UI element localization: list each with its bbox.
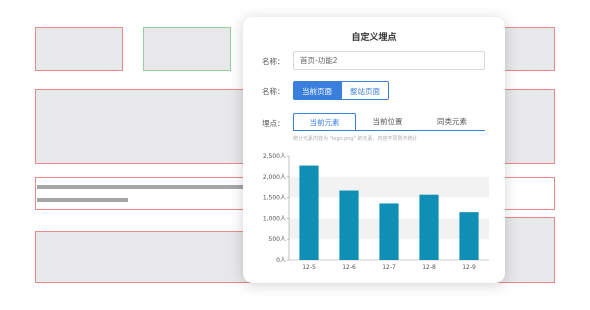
y-tick-label: 500人 xyxy=(269,236,286,243)
bar[interactable] xyxy=(459,212,479,260)
custom-tracking-panel: 自定义埋点 名称： 首页-功能2 名称： 当前页面 整站页面 埋点： 当前元素 … xyxy=(243,17,505,283)
placeholder-block-1 xyxy=(35,27,123,71)
scope-current-page-button[interactable]: 当前页面 xyxy=(293,81,341,100)
placeholder-footer-right xyxy=(497,217,555,283)
y-tick-label: 2,500人 xyxy=(263,153,286,160)
x-tick-label: 12-8 xyxy=(422,264,436,271)
bar-chart-svg: 0人 500人 1,000人 1,500人 2,000人 2,500人 12-5 12-6 12… xyxy=(263,153,489,271)
bar[interactable] xyxy=(379,203,399,260)
point-label: 埋点： xyxy=(262,119,285,128)
x-tick-label: 12-6 xyxy=(342,264,356,271)
tab-current-element[interactable]: 当前元素 xyxy=(293,113,356,130)
tab-similar-elements[interactable]: 同类元素 xyxy=(419,113,485,130)
x-tick-label: 12-9 xyxy=(462,264,476,271)
name-label: 名称： xyxy=(262,57,285,66)
bar[interactable] xyxy=(299,165,319,260)
bar-chart: 0人 500人 1,000人 1,500人 2,000人 2,500人 12-5 12-6 12… xyxy=(253,149,493,275)
placeholder-text-line-2 xyxy=(37,198,128,202)
tab-underline xyxy=(293,130,485,131)
x-tick-label: 12-7 xyxy=(382,264,396,271)
hint-text: 统计元素内容为 "logo.png" 的元素，内容不同则不统计 xyxy=(293,136,418,142)
tab-current-position[interactable]: 当前位置 xyxy=(356,113,419,130)
bar[interactable] xyxy=(419,194,439,260)
y-tick-label: 2,000人 xyxy=(263,174,286,181)
x-tick-label: 12-5 xyxy=(302,264,316,271)
placeholder-text-line-1 xyxy=(37,185,257,189)
y-tick-label: 0人 xyxy=(276,257,286,264)
scope-label: 名称： xyxy=(262,87,285,96)
panel-title: 自定义埋点 xyxy=(351,33,397,43)
y-tick-label: 1,500人 xyxy=(263,195,286,202)
grid-band xyxy=(289,176,489,198)
placeholder-block-selected[interactable] xyxy=(143,27,231,71)
name-field[interactable]: 首页-功能2 xyxy=(293,51,485,70)
placeholder-footer-left xyxy=(35,231,253,283)
placeholder-block-3 xyxy=(497,27,555,71)
scope-whole-site-button[interactable]: 整站页面 xyxy=(341,81,389,100)
y-tick-label: 1,000人 xyxy=(263,215,286,222)
bar[interactable] xyxy=(339,190,359,260)
